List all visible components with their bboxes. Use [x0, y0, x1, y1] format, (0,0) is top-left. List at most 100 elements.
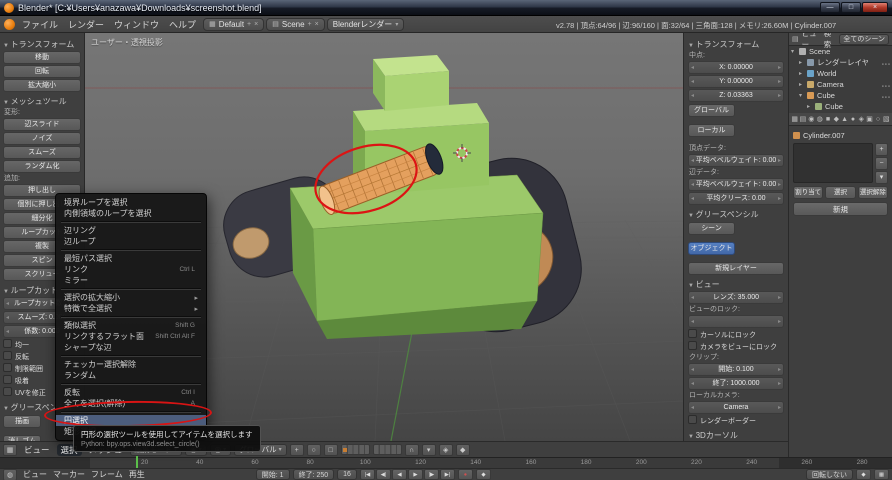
outliner-item[interactable]: ▾ Scene: [789, 46, 892, 57]
n-panel-row[interactable]: ビュー: [688, 279, 784, 290]
playback-button[interactable]: ▶: [408, 469, 423, 480]
playback-button[interactable]: |▶: [424, 469, 439, 480]
tool-shelf-row[interactable]: 描画: [3, 415, 41, 428]
playback-button[interactable]: ▶|: [440, 469, 455, 480]
tool-shelf-row[interactable]: メッシュツール: [3, 96, 81, 107]
tool-shelf-row[interactable]: 追加:: [3, 174, 81, 183]
playback-button[interactable]: |◀: [360, 469, 375, 480]
manipulator-scale-button[interactable]: □: [324, 444, 338, 456]
timeline-menu-item[interactable]: ビュー: [20, 469, 50, 480]
n-panel-row[interactable]: Camera: [688, 401, 784, 414]
material-slot-list[interactable]: [793, 143, 873, 183]
playback-button[interactable]: ◀|: [376, 469, 391, 480]
timeline-menu-item[interactable]: マーカー: [50, 469, 88, 480]
close-layout-icon[interactable]: ×: [254, 21, 258, 28]
n-panel-row[interactable]: クリップ:: [688, 353, 784, 362]
expand-icon[interactable]: ▸: [799, 70, 807, 77]
menu-item[interactable]: ウィンドウ: [109, 18, 164, 31]
properties-tab-icon[interactable]: ▧: [883, 115, 890, 123]
n-panel-row[interactable]: シーン: [688, 222, 735, 235]
expand-icon[interactable]: ▸: [799, 81, 807, 88]
menu-item[interactable]: 反転 Ctrl I: [56, 387, 206, 398]
properties-tab-icon[interactable]: ◆: [833, 115, 840, 123]
menu-item[interactable]: 選択の拡大縮小 ▸: [56, 292, 206, 303]
menu-item[interactable]: 全てを選択(解除) A: [56, 398, 206, 409]
n-panel-row[interactable]: 3Dカーソル: [688, 430, 784, 441]
properties-tab-icon[interactable]: ▦: [791, 115, 798, 123]
keyframe-insert-icon[interactable]: ◆: [856, 469, 871, 480]
tool-shelf-row[interactable]: 移動: [3, 51, 81, 64]
n-panel-row[interactable]: ローカルカメラ:: [688, 391, 784, 400]
menu-item[interactable]: 類似選択 Shift G: [56, 320, 206, 331]
current-frame-marker[interactable]: [136, 456, 138, 468]
properties-tab-icon[interactable]: ■: [824, 116, 831, 123]
properties-tab-icon[interactable]: ○: [874, 116, 881, 123]
menu-item[interactable]: レンダー: [63, 18, 109, 31]
frame-end-field[interactable]: 終了: 250: [293, 469, 335, 480]
menu-item[interactable]: リンク Ctrl L: [56, 264, 206, 275]
expand-icon[interactable]: ▸: [799, 59, 807, 66]
outliner-item[interactable]: ▸ Camera: [789, 79, 892, 90]
outliner-item[interactable]: ▸ レンダーレイヤー: [789, 57, 892, 68]
n-panel-row[interactable]: 中点:: [688, 51, 784, 60]
n-panel-row[interactable]: ローカル: [688, 124, 735, 137]
editor-type-button[interactable]: ▦: [3, 444, 17, 456]
n-panel-row[interactable]: トランスフォーム: [688, 39, 784, 50]
n-panel-row[interactable]: 平均ベベルウェイト: 0.00: [688, 154, 784, 167]
window-titlebar[interactable]: Blender* [C:¥Users¥anazawa¥Downloads¥scr…: [0, 0, 892, 16]
outliner-display-filter[interactable]: 全てのシーン: [839, 34, 889, 45]
properties-tab-icon[interactable]: ◍: [816, 115, 823, 123]
properties-tab-icon[interactable]: ▲: [841, 116, 848, 123]
render-engine-selector[interactable]: Blenderレンダー ▾: [327, 18, 405, 31]
timeline-ruler[interactable]: 20406080100120140160180200220240260280: [0, 457, 892, 468]
visibility-toggles[interactable]: [868, 58, 890, 67]
auto-keyframe-record-button[interactable]: ●: [458, 469, 473, 480]
menu-item[interactable]: ファイル: [17, 18, 63, 31]
menu-item[interactable]: 最短パス選択: [56, 253, 206, 264]
add-scene-icon[interactable]: +: [308, 21, 312, 28]
playback-button[interactable]: ◀: [392, 469, 407, 480]
tool-shelf-row[interactable]: 変形:: [3, 108, 81, 117]
visibility-toggles[interactable]: [868, 80, 890, 89]
n-panel-row[interactable]: Y: 0.00000: [688, 75, 784, 88]
menu-item[interactable]: チェッカー選択解除: [56, 359, 206, 370]
n-panel-row[interactable]: 開始: 0.100: [688, 363, 784, 376]
n-panel-row[interactable]: ビューのロック:: [688, 305, 784, 314]
outliner-item[interactable]: ▸ World: [789, 68, 892, 79]
n-panel-row[interactable]: グローバル: [688, 104, 735, 117]
expand-icon[interactable]: ▾: [799, 92, 807, 99]
deselect-button[interactable]: 選択解除: [858, 186, 888, 199]
tool-shelf-row[interactable]: ノイズ: [3, 132, 81, 145]
n-panel-row[interactable]: 平均ベベルウェイト: 0.00: [688, 178, 784, 191]
timeline-options-icon[interactable]: ▦: [874, 469, 889, 480]
properties-tab-icon[interactable]: ●: [849, 116, 856, 123]
outliner-item[interactable]: ▸ Cube: [789, 101, 892, 112]
close-button[interactable]: ×: [862, 2, 888, 13]
snap-magnet-icon[interactable]: ∩: [405, 444, 419, 456]
frame-start-field[interactable]: 開始: 1: [256, 469, 290, 480]
n-panel-row[interactable]: オブジェクト: [688, 242, 735, 255]
n-panel-row[interactable]: カーソルにロック: [688, 329, 784, 340]
snap-target-selector[interactable]: ▾: [422, 444, 436, 456]
n-panel-row[interactable]: 頂点データ:: [688, 144, 784, 153]
expand-icon[interactable]: ▾: [791, 48, 799, 55]
menu-item[interactable]: 境界ループを選択: [56, 197, 206, 208]
tool-shelf-row[interactable]: 回転: [3, 65, 81, 78]
outliner-item[interactable]: ▾ Cube: [789, 90, 892, 101]
menu-item[interactable]: シャープな辺: [56, 342, 206, 353]
n-panel-row[interactable]: レンズ: 35.000: [688, 291, 784, 304]
menu-item[interactable]: ヘルプ: [164, 18, 201, 31]
render-anim-button[interactable]: ◆: [456, 444, 470, 456]
n-panel-row[interactable]: 辺データ:: [688, 168, 784, 177]
manipulator-rotate-button[interactable]: ○: [307, 444, 321, 456]
sync-mode-selector[interactable]: 回転しない: [806, 469, 853, 480]
n-panel-row[interactable]: Z: 0.03363: [688, 89, 784, 102]
tool-shelf-row[interactable]: 拡大縮小: [3, 79, 81, 92]
n-panel-row[interactable]: 終了: 1000.000: [688, 377, 784, 390]
menu-item[interactable]: 辺リング: [56, 225, 206, 236]
n-panel-row[interactable]: 平均クリース: 0.00: [688, 192, 784, 205]
slot-specials-menu[interactable]: ▾: [875, 171, 888, 184]
add-slot-button[interactable]: +: [875, 143, 888, 156]
timeline-editor-type-button[interactable]: ◍: [3, 469, 17, 480]
tool-shelf-row[interactable]: スムーズ: [3, 146, 81, 159]
